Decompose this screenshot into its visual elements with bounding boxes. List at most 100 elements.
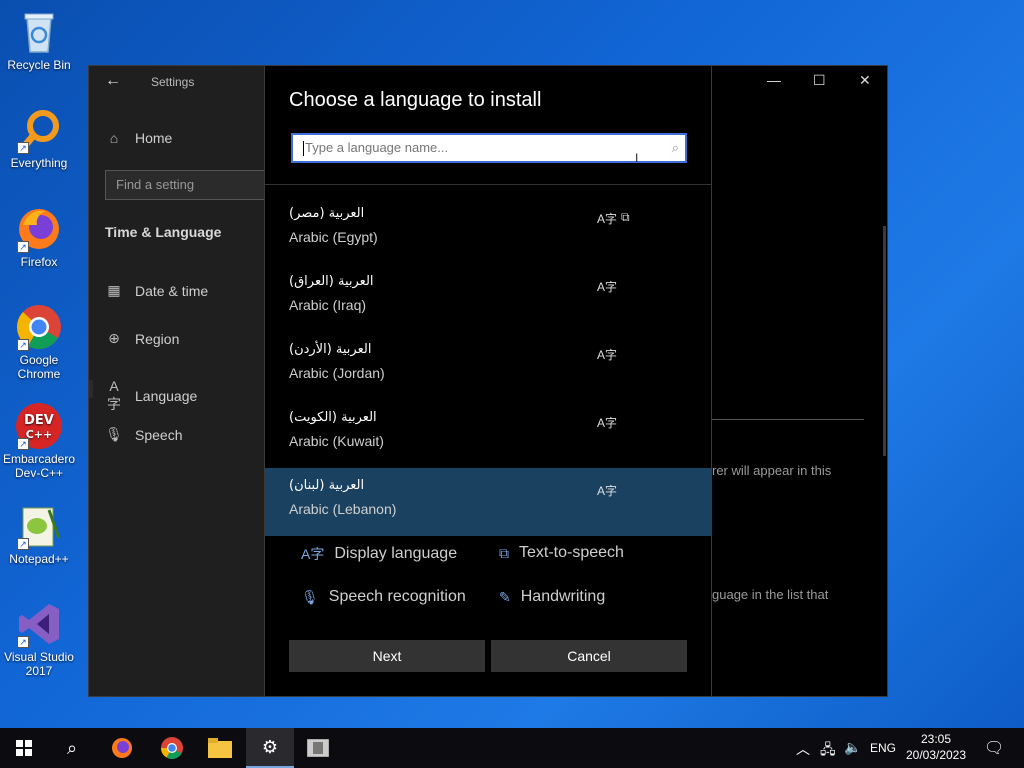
taskbar-chrome-icon[interactable] — [148, 728, 196, 768]
everything-icon[interactable]: ↗ Everything — [2, 106, 76, 170]
visual-studio-label: Visual Studio 2017 — [4, 650, 74, 678]
legend-speech-recognition: 🎙 Speech recognition — [301, 588, 466, 606]
language-native-name: العربية (لبنان) — [289, 478, 365, 493]
find-setting-input[interactable]: Find a setting — [105, 170, 275, 200]
content-text-fragment-1: rer will appear in this — [712, 463, 832, 478]
recycle-bin-icon[interactable]: Recycle Bin — [2, 8, 76, 72]
language-english-name: Arabic (Lebanon) — [289, 501, 397, 517]
display-language-icon: A字 — [597, 280, 618, 294]
display-language-icon: A字 — [597, 416, 618, 430]
calendar-icon: ▦ — [107, 282, 121, 298]
taskbar-firefox-icon[interactable] — [98, 728, 146, 768]
chrome-label: Google Chrome — [17, 353, 61, 381]
nav-home-label: Home — [135, 130, 173, 146]
legend-display-language: A字 Display language — [301, 544, 457, 564]
notification-icon[interactable]: 🗨 — [984, 738, 1004, 758]
minimize-icon[interactable]: — — [767, 72, 781, 88]
nav-date-time-label: Date & time — [135, 282, 209, 299]
volume-muted-icon[interactable]: 🔈 — [844, 739, 861, 756]
shortcut-arrow-icon: ↗ — [17, 142, 29, 154]
chevron-up-icon[interactable]: ︿ — [796, 739, 810, 759]
settings-sidebar: ← Settings ⌂ Home Find a setting Time & … — [89, 66, 275, 696]
legend-handwriting-label: Handwriting — [520, 588, 606, 605]
nav-home[interactable]: ⌂ Home — [105, 130, 173, 146]
handwriting-icon: ✎ — [499, 588, 511, 605]
display-language-icon: A字 — [597, 212, 618, 226]
network-icon[interactable]: 🖧 — [820, 739, 836, 763]
nav-region-label: Region — [135, 330, 180, 347]
language-item-selected[interactable]: العربية (لبنان) Arabic (Lebanon) A字 — [265, 468, 711, 536]
nav-selection-indicator — [89, 380, 93, 398]
language-item[interactable]: العربية (مصر) Arabic (Egypt) A字 ⧉ — [265, 196, 711, 264]
chrome-icon[interactable]: ↗ Google Chrome — [2, 303, 76, 381]
visual-studio-icon[interactable]: ↗ Visual Studio 2017 — [2, 600, 76, 678]
dialog-divider — [265, 184, 711, 185]
text-to-speech-icon: ⧉ — [621, 210, 630, 224]
scrollbar[interactable] — [883, 226, 886, 456]
devcpp-label: Embarcadero Dev-C++ — [2, 452, 76, 480]
settings-title: Settings — [151, 75, 195, 89]
choose-language-dialog: Choose a language to install Type a lang… — [264, 65, 712, 697]
legend-speech-recognition-label: Speech recognition — [328, 588, 466, 605]
search-icon[interactable]: ⌕ — [672, 140, 679, 156]
taskbar-file-explorer-icon[interactable] — [196, 728, 244, 768]
legend-text-to-speech-label: Text-to-speech — [519, 544, 624, 561]
language-list: العربية (مصر) Arabic (Egypt) A字 ⧉ العربي… — [265, 196, 711, 536]
back-arrow-icon[interactable]: ← — [105, 72, 121, 90]
clock[interactable]: 23:05 20/03/2023 — [900, 732, 972, 762]
text-cursor-icon: I — [635, 151, 639, 165]
globe-icon: ⊕ — [108, 330, 120, 346]
language-native-name: العربية (العراق) — [289, 274, 374, 289]
content-text-fragment-2: guage in the list that — [712, 587, 829, 602]
language-native-name: العربية (الكويت) — [289, 410, 377, 425]
display-language-icon: A字 — [597, 348, 618, 362]
next-button[interactable]: Next — [289, 640, 485, 672]
shortcut-arrow-icon: ↗ — [17, 538, 29, 550]
language-item[interactable]: العربية (العراق) Arabic (Iraq) A字 — [265, 264, 711, 332]
cancel-button[interactable]: Cancel — [491, 640, 687, 672]
nav-speech[interactable]: 🎙 Speech — [105, 426, 182, 443]
firefox-label: Firefox — [20, 255, 58, 269]
input-language[interactable]: ENG — [870, 741, 896, 755]
nav-language[interactable]: A字 Language — [105, 378, 197, 414]
taskbar-app-icon[interactable] — [294, 728, 342, 768]
language-native-name: العربية (الأردن) — [289, 342, 372, 357]
close-icon[interactable]: ✕ — [859, 72, 871, 89]
nav-date-time[interactable]: ▦ Date & time — [105, 282, 208, 299]
legend-text-to-speech: ⧉ Text-to-speech — [499, 544, 624, 562]
nav-language-label: Language — [135, 388, 198, 404]
language-item[interactable]: العربية (الأردن) Arabic (Jordan) A字 — [265, 332, 711, 400]
language-english-name: Arabic (Kuwait) — [289, 433, 384, 449]
section-heading: Time & Language — [105, 224, 222, 240]
shortcut-arrow-icon: ↗ — [17, 241, 29, 253]
find-setting-placeholder: Find a setting — [116, 177, 195, 192]
language-english-name: Arabic (Egypt) — [289, 229, 378, 245]
taskbar-settings-icon[interactable]: ⚙ — [246, 728, 294, 768]
language-english-name: Arabic (Iraq) — [289, 297, 367, 313]
home-icon: ⌂ — [109, 130, 119, 146]
legend-display-language-label: Display language — [334, 545, 458, 562]
text-to-speech-icon: ⧉ — [499, 544, 509, 561]
shortcut-arrow-icon: ↗ — [17, 438, 29, 450]
everything-label: Everything — [10, 156, 68, 170]
search-icon[interactable]: ⌕ — [48, 728, 96, 768]
microphone-icon: 🎙 — [301, 588, 319, 605]
firefox-icon[interactable]: ↗ Firefox — [2, 205, 76, 269]
windows-logo-icon — [16, 740, 32, 756]
dialog-title: Choose a language to install — [289, 89, 542, 111]
clock-date: 20/03/2023 — [905, 748, 967, 762]
language-item[interactable]: العربية (الكويت) Arabic (Kuwait) A字 — [265, 400, 711, 468]
clock-time: 23:05 — [920, 732, 952, 746]
start-button[interactable] — [0, 728, 48, 768]
microphone-icon: 🎙 — [105, 426, 123, 442]
nav-region[interactable]: ⊕ Region — [105, 330, 179, 347]
recycle-bin-label: Recycle Bin — [7, 58, 71, 72]
shortcut-arrow-icon: ↗ — [17, 339, 29, 351]
notepadpp-label: Notepad++ — [9, 552, 69, 566]
language-english-name: Arabic (Jordan) — [289, 365, 385, 381]
shortcut-arrow-icon: ↗ — [17, 636, 29, 648]
devcpp-icon[interactable]: DEV C++ ↗ Embarcadero Dev-C++ — [2, 402, 76, 480]
notepadpp-icon[interactable]: ↗ Notepad++ — [2, 502, 76, 566]
language-search-input[interactable]: Type a language name... ⌕ — [291, 133, 687, 163]
maximize-icon[interactable]: ☐ — [813, 72, 826, 89]
